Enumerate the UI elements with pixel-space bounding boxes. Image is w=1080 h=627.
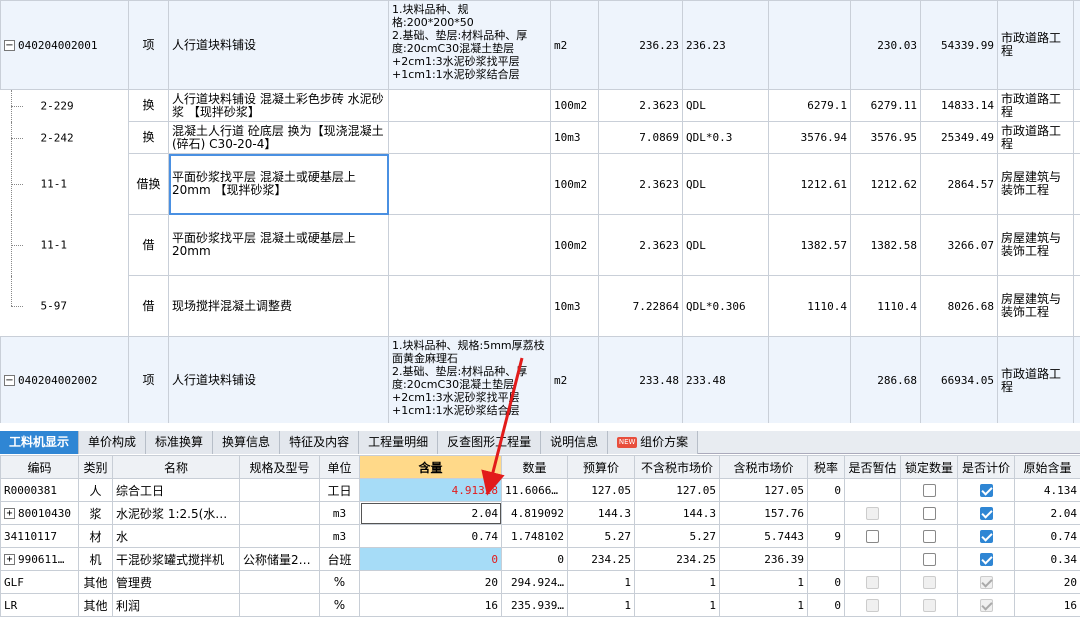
resource-row[interactable]: +990611… 机 干混砂浆罐式搅拌机 公称储量2… 台班 0 0 234.2… xyxy=(0,547,1080,571)
content-cell[interactable]: 0.74 xyxy=(359,524,502,548)
provisional-checkbox xyxy=(866,576,879,589)
header-original-content[interactable]: 原始含量 xyxy=(1014,455,1080,479)
priced-checkbox xyxy=(979,576,993,589)
bill-row[interactable]: −040204002002 项 人行道块料铺设 1.块料品种、规格:5mm厚荔枝… xyxy=(0,336,1080,423)
lock-quantity-checkbox[interactable] xyxy=(922,553,936,566)
item-feature[interactable]: 1.块料品种、规格:5mm厚荔枝面黄金麻理石 2.基础、垫层:材料品种、厚度:2… xyxy=(388,336,551,423)
resource-row[interactable]: R0000381 人 综合工日 工日 4.91328 11.606641 127… xyxy=(0,478,1080,502)
quota-row[interactable]: 2-229 换 人行道块料铺设 混凝土彩色步砖 水泥砂浆 【现拌砂浆】 100m… xyxy=(1,89,1080,122)
resource-grid: 编码 类别 名称 规格及型号 单位 含量 数量 预算价 不含税市场价 含税市场价… xyxy=(0,455,1080,627)
header-spec[interactable]: 规格及型号 xyxy=(239,455,320,479)
priced-checkbox[interactable] xyxy=(979,530,993,543)
bill-code-cell[interactable]: −040204002001 xyxy=(0,0,129,90)
collapse-icon[interactable]: − xyxy=(4,375,15,386)
priced-checkbox[interactable] xyxy=(979,553,993,566)
provisional-checkbox xyxy=(866,599,879,612)
header-provisional[interactable]: 是否暂估 xyxy=(844,455,901,479)
lock-quantity-checkbox[interactable] xyxy=(922,530,936,543)
header-market-price-excl-tax[interactable]: 不含税市场价 xyxy=(634,455,720,479)
item-feature[interactable]: 1.块料品种、规格:200*200*50 2.基础、垫层:材料品种、厚度:20c… xyxy=(388,0,551,90)
header-code[interactable]: 编码 xyxy=(0,455,79,479)
tab-pricing-scheme[interactable]: NEW 组价方案 xyxy=(608,431,699,454)
item-name[interactable]: 人行道块料铺设 xyxy=(168,336,389,423)
header-lock-quantity[interactable]: 锁定数量 xyxy=(900,455,958,479)
resource-row[interactable]: 34110117 材 水 m3 0.74 1.748102 5.27 5.27 … xyxy=(0,524,1080,548)
tab-unit-price-composition[interactable]: 单价构成 xyxy=(79,431,147,454)
quota-row[interactable]: 2-242 换 混凝土人行道 砼底层 换为【现浇混凝土(碎石) C30-20-4… xyxy=(1,121,1080,154)
collapse-icon[interactable]: − xyxy=(4,39,15,51)
grid-header: 编码 类别 名称 规格及型号 单位 含量 数量 预算价 不含税市场价 含税市场价… xyxy=(0,455,1080,479)
header-amount[interactable]: 数量 xyxy=(501,455,568,479)
header-tax-rate[interactable]: 税率 xyxy=(807,455,845,479)
item-name[interactable]: 人行道块料铺设 混凝土彩色步砖 水泥砂浆 【现拌砂浆】 xyxy=(168,89,389,122)
item-name[interactable]: 混凝土人行道 砼底层 换为【现浇混凝土(碎石) C30-20-4】 xyxy=(168,121,389,154)
priced-checkbox[interactable] xyxy=(979,507,993,520)
header-type[interactable]: 类别 xyxy=(78,455,113,479)
tab-features-content[interactable]: 特征及内容 xyxy=(280,431,360,454)
quota-row[interactable]: 11-1 借换 平面砂浆找平层 混凝土或硬基层上 20mm 【现拌砂浆】 100… xyxy=(1,153,1080,215)
item-name[interactable]: 人行道块料铺设 xyxy=(168,0,389,90)
header-priced[interactable]: 是否计价 xyxy=(957,455,1015,479)
tab-quantity-details[interactable]: 工程量明细 xyxy=(359,431,439,454)
content-cell[interactable]: 20 xyxy=(359,570,502,594)
priced-checkbox[interactable] xyxy=(979,484,993,497)
tab-conversion-info[interactable]: 换算信息 xyxy=(213,431,281,454)
priced-checkbox xyxy=(979,599,993,612)
header-unit[interactable]: 单位 xyxy=(319,455,360,479)
lock-quantity-checkbox[interactable] xyxy=(922,484,936,497)
tab-reverse-lookup[interactable]: 反查图形工程量 xyxy=(438,431,542,454)
item-name[interactable]: 现场搅拌混凝土调整费 xyxy=(168,275,389,337)
bill-code-cell[interactable]: −040204002002 xyxy=(0,336,129,423)
expand-icon[interactable]: + xyxy=(4,508,15,519)
lock-quantity-checkbox xyxy=(922,599,936,612)
content-cell[interactable]: 16 xyxy=(359,593,502,617)
content-cell[interactable]: 4.91328 xyxy=(359,478,502,502)
header-budget-price[interactable]: 预算价 xyxy=(567,455,635,479)
lock-quantity-checkbox[interactable] xyxy=(922,507,936,520)
provisional-checkbox[interactable] xyxy=(866,530,879,543)
tab-notes[interactable]: 说明信息 xyxy=(541,431,609,454)
tab-standard-conversion[interactable]: 标准换算 xyxy=(146,431,214,454)
tab-labor-material-machine[interactable]: 工料机显示 xyxy=(0,431,80,454)
quota-grid: −040204002001 项 人行道块料铺设 1.块料品种、规格:200*20… xyxy=(0,0,1080,423)
quota-row[interactable]: 5-97 借 现场搅拌混凝土调整费 10m3 7.22864 QDL*0.306… xyxy=(1,275,1080,337)
header-name[interactable]: 名称 xyxy=(112,455,240,479)
header-market-price-incl-tax[interactable]: 含税市场价 xyxy=(719,455,808,479)
bill-row[interactable]: −040204002001 项 人行道块料铺设 1.块料品种、规格:200*20… xyxy=(0,0,1080,90)
resource-row[interactable]: LR 其他 利润 % 16 235.939… 1 1 1 0 16 xyxy=(0,593,1080,617)
provisional-checkbox xyxy=(866,507,879,520)
resource-row[interactable]: +80010430 浆 水泥砂浆 1:2.5(水… m3 2.04 4.8190… xyxy=(0,501,1080,525)
item-name-selected[interactable]: 平面砂浆找平层 混凝土或硬基层上 20mm 【现拌砂浆】 xyxy=(168,153,389,215)
resource-row[interactable]: GLF 其他 管理费 % 20 294.924… 1 1 1 0 20 xyxy=(0,570,1080,594)
new-badge-icon: NEW xyxy=(617,437,638,448)
content-cell[interactable]: 2.04 xyxy=(359,501,502,525)
content-cell[interactable]: 0 xyxy=(359,547,502,571)
expand-icon[interactable]: + xyxy=(4,554,15,565)
quota-row[interactable]: 11-1 借 平面砂浆找平层 混凝土或硬基层上 20mm 100m2 2.362… xyxy=(1,214,1080,276)
lock-quantity-checkbox xyxy=(922,576,936,589)
item-name[interactable]: 平面砂浆找平层 混凝土或硬基层上 20mm xyxy=(168,214,389,276)
detail-tab-bar: 工料机显示 单价构成 标准换算 换算信息 特征及内容 工程量明细 反查图形工程量… xyxy=(0,431,1080,454)
header-content[interactable]: 含量 xyxy=(359,455,502,479)
